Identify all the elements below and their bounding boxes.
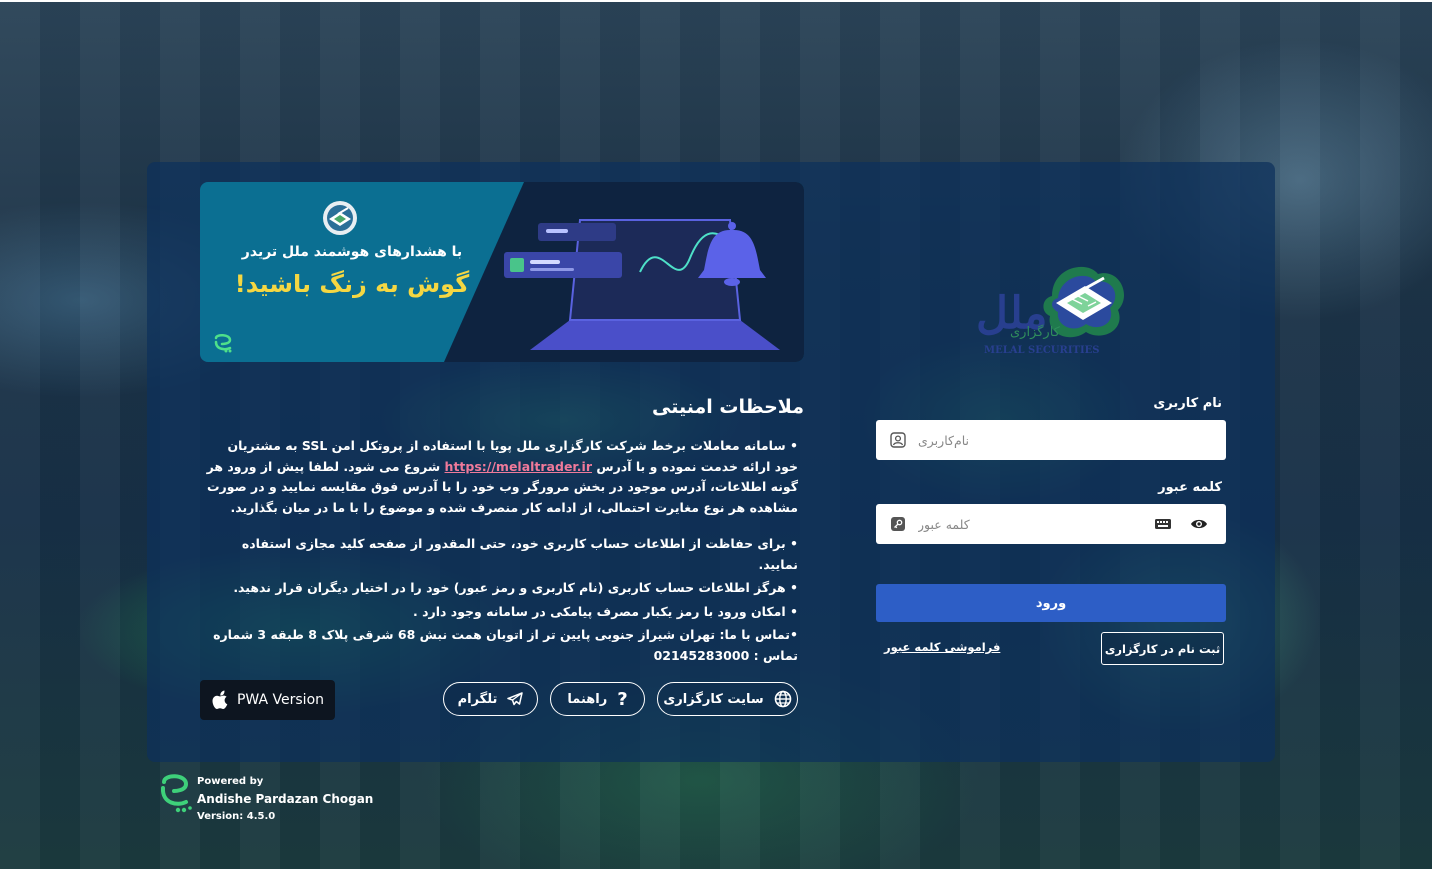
guide-label: راهنما [567, 691, 608, 707]
apc-brand-icon [214, 334, 232, 353]
user-icon [890, 432, 906, 448]
melal-small-logo-icon [323, 201, 357, 235]
telegram-icon [507, 692, 524, 706]
password-key-icon [891, 517, 905, 531]
register-button[interactable]: ثبت نام در کارگزاری [1101, 632, 1224, 665]
melal-securities-logo: ملل کارگزاری MELAL SECURITIES [976, 266, 1125, 356]
note-credentials: • هرگز اطلاعات حساب کاربری (نام کاربری و… [233, 580, 798, 595]
banner-headline: گوش به زنگ باشید! [234, 270, 470, 298]
top-border [0, 0, 1432, 2]
pwa-version-button[interactable]: PWA Version [200, 680, 335, 720]
company-name: Andishe Pardazan Chogan [197, 792, 374, 806]
globe-icon [774, 690, 791, 708]
note-ssl: • سامانه معاملات برخط شرکت کارگزاری ملل … [206, 436, 798, 518]
username-label: نام کاربری [1153, 396, 1222, 411]
telegram-button[interactable]: تلگرام [443, 682, 538, 716]
broker-site-button[interactable]: سایت کارگزاری [657, 682, 798, 716]
melaltrader-link[interactable]: https://melaltrader.ir [445, 459, 592, 474]
banner-subtitle: با هشدارهای هوشمند ملل تریدر [241, 244, 463, 260]
password-field-wrapper [876, 504, 1226, 544]
broker-site-label: سایت کارگزاری [663, 691, 764, 707]
forgot-password-link[interactable]: فراموشی کلمه عبور [884, 640, 1000, 654]
password-input[interactable] [918, 504, 1146, 544]
username-input[interactable] [918, 420, 1226, 460]
powered-by-label: Powered by [197, 776, 264, 787]
username-field-wrapper [876, 420, 1226, 460]
note-virtual-keyboard: • برای حفاظت از اطلاعات حساب کاربری خود،… [241, 536, 798, 572]
login-button[interactable]: ورود [876, 584, 1226, 622]
password-label: کلمه عبور [1158, 480, 1222, 495]
apple-icon [212, 690, 228, 709]
security-notes: • سامانه معاملات برخط شرکت کارگزاری ملل … [206, 436, 798, 666]
powered-by-section: Powered by Andishe Pardazan Chogan Versi… [158, 772, 378, 822]
laptop-alert-illustration [504, 219, 780, 350]
telegram-label: تلگرام [457, 691, 498, 707]
security-notes-title: ملاحظات امنیتی [652, 396, 804, 418]
virtual-keyboard-icon[interactable] [1154, 517, 1172, 531]
guide-button[interactable]: ? راهنما [550, 682, 645, 716]
logo-text-sub: کارگزاری [1010, 324, 1061, 340]
note-otp: • امکان ورود با رمز یکبار مصرف پیامکی در… [413, 603, 798, 619]
version-label: Version: 4.5.0 [197, 811, 276, 822]
show-password-eye-icon[interactable] [1190, 517, 1208, 531]
question-icon: ? [617, 688, 628, 710]
apc-logo-icon [161, 774, 192, 813]
note-contact: •تماس با ما: تهران شیراز جنوبی پایین تر … [213, 627, 798, 663]
pwa-version-label: PWA Version [236, 692, 325, 708]
logo-text-en: MELAL SECURITIES [984, 345, 1099, 356]
